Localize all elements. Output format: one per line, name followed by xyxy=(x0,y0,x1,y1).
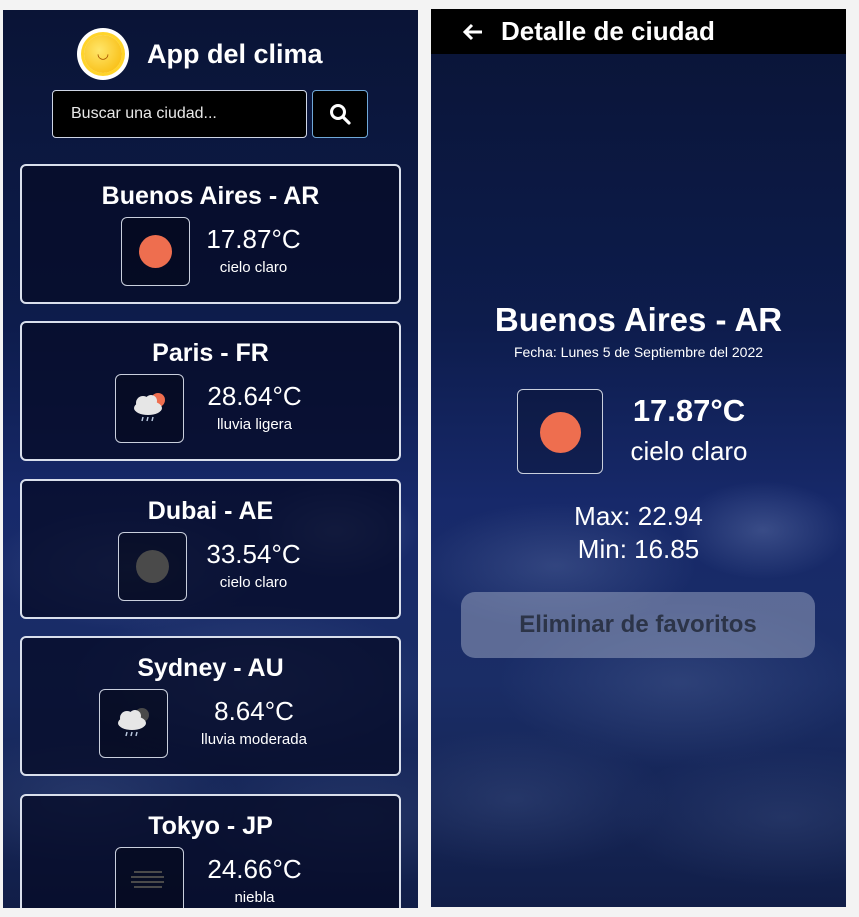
remove-favorite-button[interactable]: Eliminar de favoritos xyxy=(461,592,815,658)
city-temperature: 28.64°C xyxy=(207,381,302,411)
app-title: App del clima xyxy=(147,38,323,69)
city-description: cielo claro xyxy=(219,259,288,276)
moderate-rain-icon xyxy=(99,689,168,758)
city-description: cielo claro xyxy=(219,574,288,591)
city-card-paris[interactable]: Paris - FR 28.64°C lluvia ligera xyxy=(20,321,401,461)
city-description: niebla xyxy=(234,889,275,906)
back-button[interactable] xyxy=(451,9,495,54)
city-name: Paris - FR xyxy=(152,339,269,367)
city-description: lluvia ligera xyxy=(216,416,293,433)
detail-min-temp: Min: 16.85 xyxy=(577,534,700,564)
city-temperature: 8.64°C xyxy=(214,696,294,726)
search-input[interactable] xyxy=(52,90,307,138)
city-list-screen: ◡ App del clima Buenos Aires - AR 17.87°… xyxy=(3,10,418,908)
clear-night-icon xyxy=(118,532,187,601)
detail-date: Fecha: Lunes 5 de Septiembre del 2022 xyxy=(513,344,764,360)
city-name: Tokyo - JP xyxy=(148,812,273,840)
city-temperature: 17.87°C xyxy=(206,224,301,254)
city-name: Sydney - AU xyxy=(137,654,284,682)
detail-city-name: Buenos Aires - AR xyxy=(494,301,783,338)
detail-header: Detalle de ciudad xyxy=(431,9,846,54)
city-temperature: 33.54°C xyxy=(206,539,301,569)
city-card-tokyo[interactable]: Tokyo - JP 24.66°C niebla xyxy=(20,794,401,908)
city-description: lluvia moderada xyxy=(201,731,307,748)
arrow-left-icon xyxy=(462,23,482,40)
city-detail-screen: Detalle de ciudad Buenos Aires - AR Fech… xyxy=(431,9,846,907)
detail-max-temp: Max: 22.94 xyxy=(574,501,703,531)
fog-icon xyxy=(115,847,184,908)
detail-title: Detalle de ciudad xyxy=(501,16,715,46)
smiling-sun-icon: ◡ xyxy=(77,28,129,80)
city-name: Dubai - AE xyxy=(147,497,274,525)
search-bar xyxy=(52,90,368,138)
city-card-sydney[interactable]: Sydney - AU 8.64°C lluvia moderada xyxy=(20,636,401,776)
clear-sky-icon xyxy=(517,389,603,474)
city-temperature: 24.66°C xyxy=(207,854,302,884)
search-button[interactable] xyxy=(312,90,368,138)
light-rain-icon xyxy=(115,374,184,443)
city-card-dubai[interactable]: Dubai - AE 33.54°C cielo claro xyxy=(20,479,401,619)
clear-sky-icon xyxy=(121,217,190,286)
app-header: ◡ App del clima xyxy=(77,28,323,80)
city-card-buenos-aires[interactable]: Buenos Aires - AR 17.87°C cielo claro xyxy=(20,164,401,304)
city-name: Buenos Aires - AR xyxy=(101,182,320,210)
detail-temperature: 17.87°C xyxy=(632,393,746,428)
detail-description: cielo claro xyxy=(630,436,748,466)
search-icon xyxy=(330,104,351,125)
